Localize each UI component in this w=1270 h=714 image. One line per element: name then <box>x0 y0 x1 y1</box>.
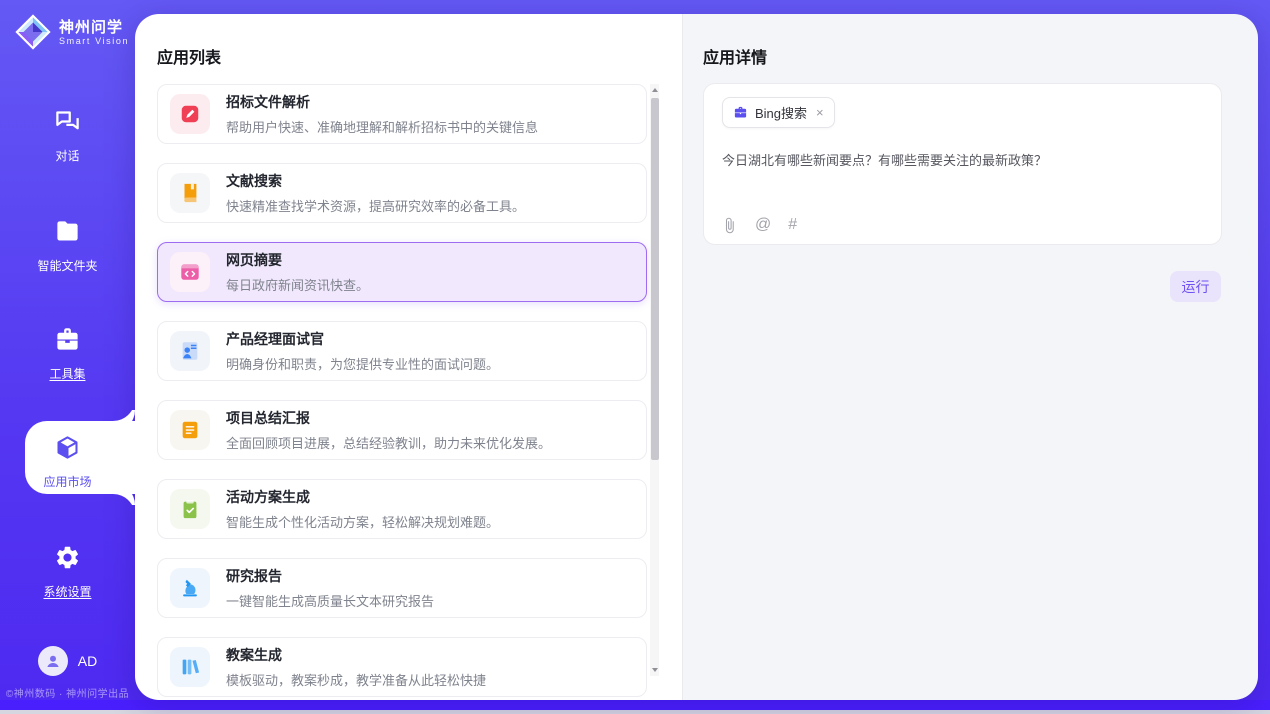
microscope-icon <box>170 568 210 608</box>
user-account[interactable]: AD <box>0 646 135 676</box>
gear-icon <box>54 544 81 571</box>
cube-icon <box>54 434 81 461</box>
app-card-literature-search[interactable]: 文献搜索 快速精准查找学术资源，提高研究效率的必备工具。 <box>157 163 647 223</box>
sidebar-item-settings[interactable]: 系统设置 <box>0 544 135 600</box>
brand-logo: 神州问学 Smart Vision <box>14 13 129 51</box>
app-card-title: 教案生成 <box>226 645 486 665</box>
bottom-accent-bar <box>0 700 1270 710</box>
gem-icon <box>14 13 52 51</box>
bottom-edge-strip <box>0 710 1270 714</box>
sidebar-item-label: 对话 <box>0 147 135 164</box>
scroll-down-arrow[interactable] <box>650 664 659 676</box>
app-card-title: 招标文件解析 <box>226 92 538 112</box>
toolbox-icon <box>54 326 81 353</box>
app-card-title: 研究报告 <box>226 566 434 586</box>
main-content: 应用列表 招标文件解析 帮助用户快速、准确地理解和解析招标书中的关键信息 <box>135 14 1258 700</box>
tool-tag-label: Bing搜索 <box>755 103 807 122</box>
topic-icon[interactable]: # <box>788 216 797 234</box>
input-toolbar: @ # <box>721 216 797 234</box>
app-card-list: 招标文件解析 帮助用户快速、准确地理解和解析招标书中的关键信息 文献搜索 快速精… <box>157 84 647 697</box>
interviewer-icon <box>170 331 210 371</box>
sidebar-item-smart-folder[interactable]: 智能文件夹 <box>0 218 135 274</box>
mention-icon[interactable]: @ <box>755 216 771 234</box>
scroll-up-arrow[interactable] <box>650 84 659 96</box>
app-card-desc: 每日政府新闻资讯快查。 <box>226 275 369 294</box>
app-card-desc: 智能生成个性化活动方案，轻松解决规划难题。 <box>226 512 499 531</box>
note-icon <box>170 410 210 450</box>
app-window: 神州问学 Smart Vision 对话 智能文件夹 <box>0 0 1270 714</box>
app-card-title: 网页摘要 <box>226 250 369 270</box>
app-list-panel: 应用列表 招标文件解析 帮助用户快速、准确地理解和解析招标书中的关键信息 <box>135 14 683 700</box>
app-card-title: 活动方案生成 <box>226 487 499 507</box>
briefcase-icon <box>733 105 748 120</box>
app-card-research-report[interactable]: 研究报告 一键智能生成高质量长文本研究报告 <box>157 558 647 618</box>
folder-icon <box>54 218 81 245</box>
run-button[interactable]: 运行 <box>1170 271 1221 302</box>
sidebar-item-chat[interactable]: 对话 <box>0 108 135 164</box>
chat-icon <box>54 108 81 135</box>
app-detail-title: 应用详情 <box>703 44 767 68</box>
app-list-title: 应用列表 <box>157 44 221 68</box>
user-name: AD <box>78 653 97 669</box>
attachment-icon[interactable] <box>721 217 738 234</box>
app-card-desc: 快速精准查找学术资源，提高研究效率的必备工具。 <box>226 196 525 215</box>
scrollbar-thumb[interactable] <box>651 98 659 460</box>
app-card-desc: 模板驱动，教案秒成，教学准备从此轻松快捷 <box>226 670 486 689</box>
brand-subtitle: Smart Vision <box>59 36 129 46</box>
clipboard-check-icon <box>170 489 210 529</box>
sidebar-item-label: 智能文件夹 <box>0 257 135 274</box>
app-card-tender-analysis[interactable]: 招标文件解析 帮助用户快速、准确地理解和解析招标书中的关键信息 <box>157 84 647 144</box>
app-card-desc: 帮助用户快速、准确地理解和解析招标书中的关键信息 <box>226 117 538 136</box>
sidebar-item-toolset[interactable]: 工具集 <box>0 326 135 382</box>
sidebar-item-label: 应用市场 <box>0 473 135 490</box>
person-icon <box>44 652 62 670</box>
app-card-title: 产品经理面试官 <box>226 329 499 349</box>
query-input[interactable]: 今日湖北有哪些新闻要点？有哪些需要关注的最新政策？ <box>722 150 1202 169</box>
sidebar-item-label: 工具集 <box>0 365 135 382</box>
sidebar-item-app-market[interactable]: 应用市场 <box>0 434 135 490</box>
tool-tag-bing-search[interactable]: Bing搜索 × <box>722 97 835 128</box>
tag-close-icon[interactable]: × <box>816 106 824 119</box>
app-card-title: 文献搜索 <box>226 171 525 191</box>
app-card-desc: 一键智能生成高质量长文本研究报告 <box>226 591 434 610</box>
app-card-lesson-plan[interactable]: 教案生成 模板驱动，教案秒成，教学准备从此轻松快捷 <box>157 637 647 697</box>
app-card-title: 项目总结汇报 <box>226 408 551 428</box>
sidebar: 神州问学 Smart Vision 对话 智能文件夹 <box>0 0 135 700</box>
app-detail-panel: 应用详情 Bing搜索 × 今日湖北有哪些新闻要点？有哪些需要关注的最新政策？ … <box>683 14 1258 700</box>
copyright-footer: ©神州数码 · 神州问学出品 <box>0 685 135 700</box>
web-summary-icon <box>170 252 210 292</box>
app-card-desc: 全面回顾项目进展，总结经验教训，助力未来优化发展。 <box>226 433 551 452</box>
app-card-event-plan[interactable]: 活动方案生成 智能生成个性化活动方案，轻松解决规划难题。 <box>157 479 647 539</box>
book-icon <box>170 173 210 213</box>
app-card-pm-interviewer[interactable]: 产品经理面试官 明确身份和职责，为您提供专业性的面试问题。 <box>157 321 647 381</box>
tender-doc-icon <box>170 94 210 134</box>
app-card-web-summary[interactable]: 网页摘要 每日政府新闻资讯快查。 <box>157 242 647 302</box>
prompt-input-card[interactable]: Bing搜索 × 今日湖北有哪些新闻要点？有哪些需要关注的最新政策？ @ # <box>703 83 1222 245</box>
app-card-desc: 明确身份和职责，为您提供专业性的面试问题。 <box>226 354 499 373</box>
avatar <box>38 646 68 676</box>
brand-name: 神州问学 <box>59 19 129 36</box>
sidebar-item-label: 系统设置 <box>0 583 135 600</box>
list-scrollbar[interactable] <box>650 84 659 676</box>
app-card-project-summary[interactable]: 项目总结汇报 全面回顾项目进展，总结经验教训，助力未来优化发展。 <box>157 400 647 460</box>
books-icon <box>170 647 210 687</box>
